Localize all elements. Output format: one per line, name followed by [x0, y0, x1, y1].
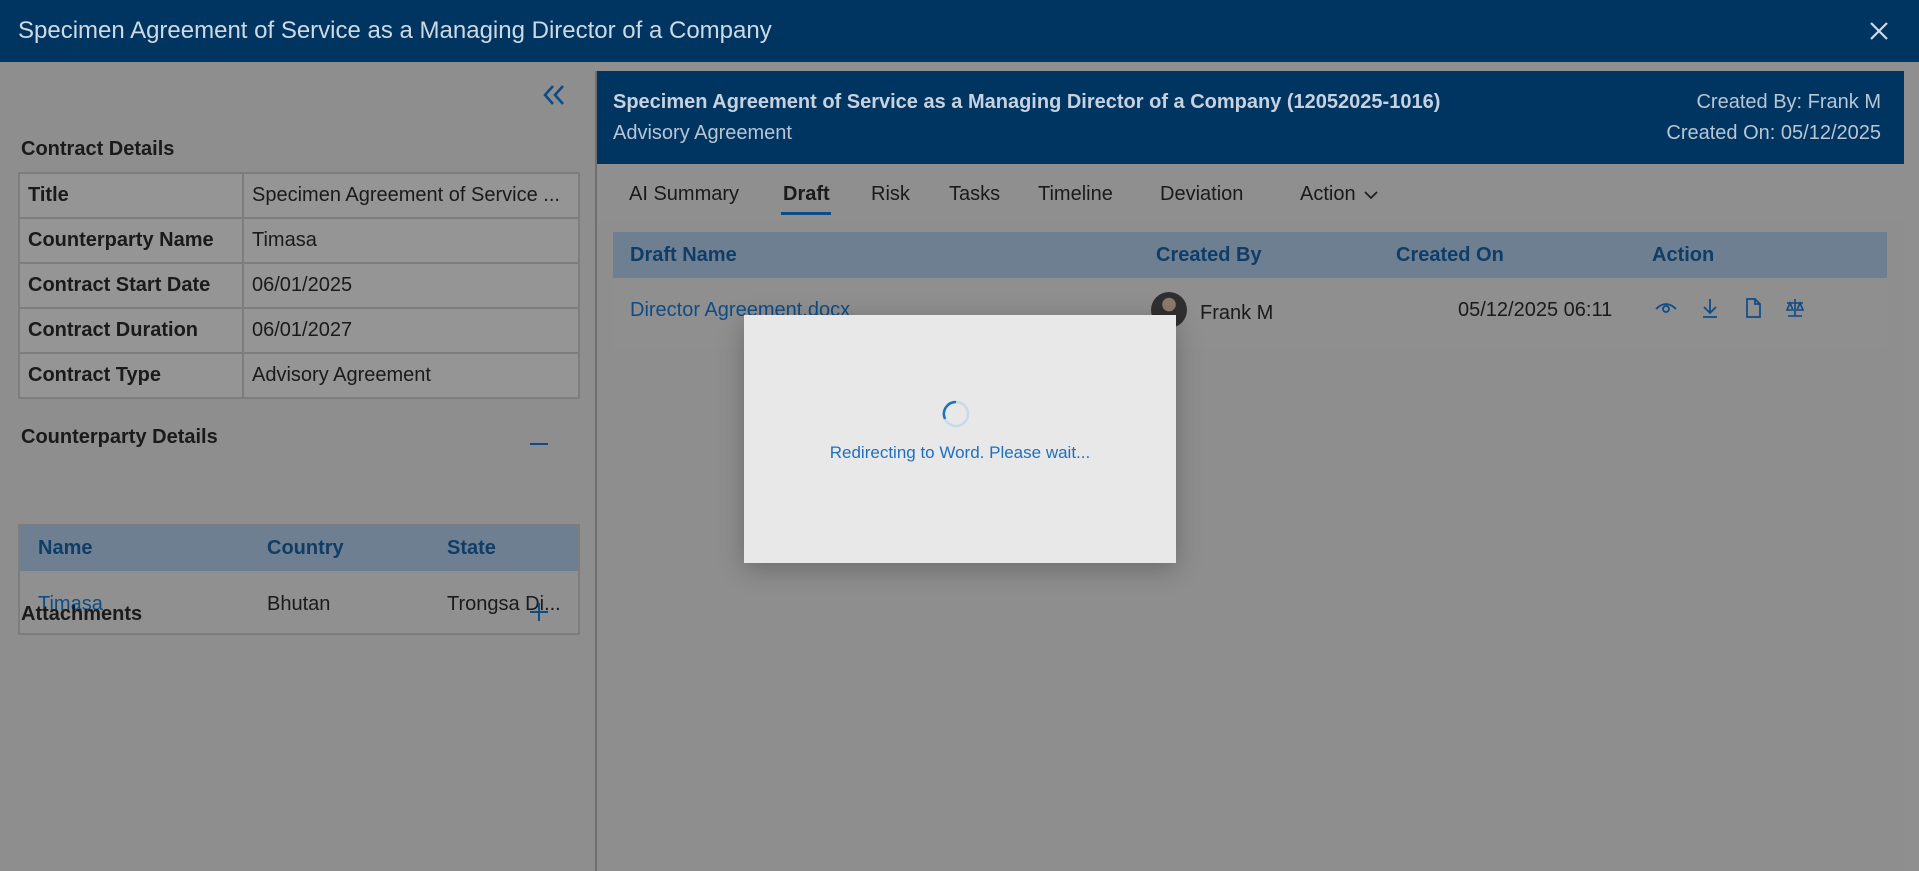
detail-row: Contract Type Advisory Agreement: [18, 352, 580, 399]
created-by-label: Created By: Frank M: [1696, 91, 1881, 113]
scale-compare-icon[interactable]: [1783, 296, 1807, 320]
column-header-created-on: Created On: [1396, 244, 1504, 266]
collapse-panel-icon[interactable]: [540, 82, 568, 108]
detail-row: Title Specimen Agreement of Service ...: [18, 172, 580, 219]
loading-spinner-icon: [942, 400, 970, 428]
counterparty-details-title: Counterparty Details: [21, 426, 218, 448]
column-header-created-by: Created By: [1156, 244, 1262, 266]
contract-details-title: Contract Details: [21, 138, 175, 160]
counterparty-table-header: Name Country State: [20, 526, 578, 571]
column-header-name: Name: [38, 537, 93, 559]
contract-details-table: Title Specimen Agreement of Service ... …: [18, 172, 580, 399]
drafts-table-header: Draft Name Created By Created On Action: [613, 232, 1887, 278]
detail-row: Contract Start Date 06/01/2025: [18, 262, 580, 309]
view-icon[interactable]: [1654, 296, 1678, 320]
window-titlebar: Specimen Agreement of Service as a Manag…: [0, 0, 1919, 62]
contract-title: Specimen Agreement of Service as a Manag…: [613, 91, 1441, 113]
detail-value: Specimen Agreement of Service ...: [242, 172, 580, 219]
draft-created-by: Frank M: [1200, 302, 1274, 324]
detail-label: Contract Type: [18, 352, 244, 399]
tab-timeline[interactable]: Timeline: [1038, 183, 1113, 206]
detail-label: Title: [18, 172, 244, 219]
window-title: Specimen Agreement of Service as a Manag…: [18, 17, 772, 44]
detail-value: Timasa: [242, 217, 580, 264]
download-icon[interactable]: [1698, 296, 1722, 320]
tab-action-label: Action: [1300, 183, 1356, 205]
add-attachment-icon[interactable]: [528, 601, 550, 623]
active-tab-indicator: [781, 212, 831, 215]
minus-icon[interactable]: [528, 433, 550, 455]
chevron-down-icon: [1364, 191, 1378, 199]
detail-label: Counterparty Name: [18, 217, 244, 264]
created-on-label: Created On: 05/12/2025: [1666, 122, 1881, 144]
column-header-state: State: [447, 537, 496, 559]
tab-risk[interactable]: Risk: [871, 183, 910, 206]
column-header-draft-name: Draft Name: [630, 244, 737, 266]
detail-value: Advisory Agreement: [242, 352, 580, 399]
detail-value: 06/01/2025: [242, 262, 580, 309]
attachments-title: Attachments: [21, 603, 143, 625]
contract-header: Specimen Agreement of Service as a Manag…: [597, 71, 1904, 164]
tab-ai-summary[interactable]: AI Summary: [629, 183, 739, 206]
left-panel: Contract Details Title Specimen Agreemen…: [0, 62, 595, 871]
draft-created-on: 05/12/2025 06:11: [1458, 299, 1613, 321]
column-header-action: Action: [1652, 244, 1715, 266]
counterparty-country: Bhutan: [267, 593, 331, 615]
column-header-country: Country: [267, 537, 344, 559]
detail-row: Counterparty Name Timasa: [18, 217, 580, 264]
document-icon[interactable]: [1741, 296, 1765, 320]
detail-value: 06/01/2027: [242, 307, 580, 354]
detail-label: Contract Duration: [18, 307, 244, 354]
detail-label: Contract Start Date: [18, 262, 244, 309]
redirect-dialog: Redirecting to Word. Please wait...: [744, 315, 1176, 563]
contract-type: Advisory Agreement: [613, 122, 792, 144]
close-icon[interactable]: [1865, 17, 1893, 45]
redirect-message: Redirecting to Word. Please wait...: [829, 443, 1091, 462]
detail-row: Contract Duration 06/01/2027: [18, 307, 580, 354]
tab-action[interactable]: Action: [1300, 183, 1378, 206]
tab-tasks[interactable]: Tasks: [949, 183, 1000, 206]
tab-deviation[interactable]: Deviation: [1160, 183, 1243, 206]
tab-draft[interactable]: Draft: [783, 183, 830, 206]
